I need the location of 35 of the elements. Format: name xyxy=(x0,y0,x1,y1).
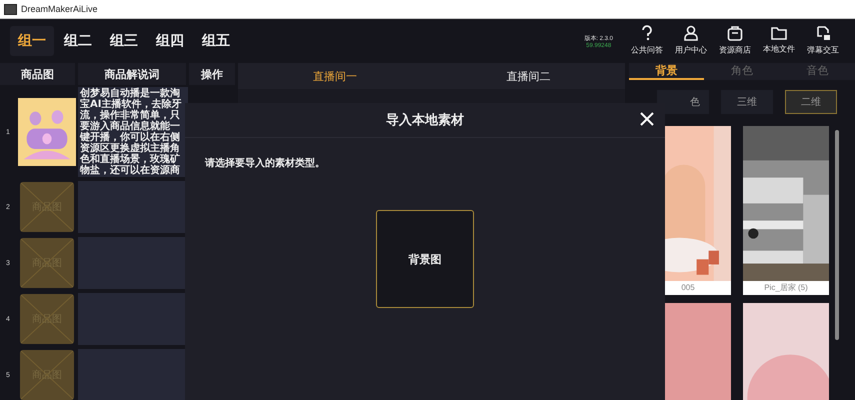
folder-icon xyxy=(771,26,787,40)
thumbnail-caption: 005 xyxy=(680,282,696,294)
room-tab[interactable]: 直播间二 xyxy=(432,63,625,89)
material-type-button[interactable]: 背景图 xyxy=(376,210,474,308)
help-icon xyxy=(640,25,654,41)
dialog-prompt: 请选择要导入的素材类型。 xyxy=(205,156,325,170)
window-title: DreamMakerAiLive xyxy=(21,4,98,14)
asset-tab[interactable]: 背景 xyxy=(629,63,704,80)
user-icon xyxy=(684,25,698,41)
filter-button[interactable]: 三维 xyxy=(721,90,773,114)
app-icon xyxy=(4,4,17,14)
asset-thumbnail[interactable]: Pic_居家 (5) xyxy=(743,126,829,295)
column-header: 操作 xyxy=(189,63,235,85)
scrollbar[interactable] xyxy=(835,130,839,340)
column-header: 商品图 xyxy=(0,63,75,85)
chat-icon xyxy=(815,25,831,41)
room-tab[interactable]: 直播间一 xyxy=(238,63,432,89)
group-tab[interactable]: 组五 xyxy=(194,26,238,56)
group-tab[interactable]: 组三 xyxy=(102,26,146,56)
group-tab[interactable]: 组四 xyxy=(148,26,192,56)
thumbnail-caption: Pic_居家 (5) xyxy=(763,282,809,294)
close-icon[interactable] xyxy=(639,111,655,127)
dialog-title: 导入本地素材 xyxy=(386,112,464,129)
bag-icon xyxy=(727,25,743,41)
description-cell: 创梦易自动播是一款淘宝AI主播软件，去除牙流，操作非常简单，只要游入商品信息就能一键开播，你可以在右侧资源区更换虚拟主播角色和直播场景，玫瑰矿物盐，还可以在资源商 xyxy=(78,87,188,177)
group-tab[interactable]: 组二 xyxy=(56,26,100,56)
group-tab[interactable]: 组一 xyxy=(10,26,54,56)
toolbar-button[interactable]: 本地文件 xyxy=(757,26,801,56)
filter-button[interactable]: 二维 xyxy=(785,90,837,114)
column-header: 商品解说词 xyxy=(78,63,186,85)
filter-button[interactable]: 色 xyxy=(657,90,709,114)
toolbar-button[interactable]: 用户中心 xyxy=(669,25,713,57)
toolbar-button[interactable]: 公共问答 xyxy=(625,25,669,57)
toolbar-button[interactable]: 弹幕交互 xyxy=(801,25,845,57)
toolbar-button[interactable]: 资源商店 xyxy=(713,25,757,57)
